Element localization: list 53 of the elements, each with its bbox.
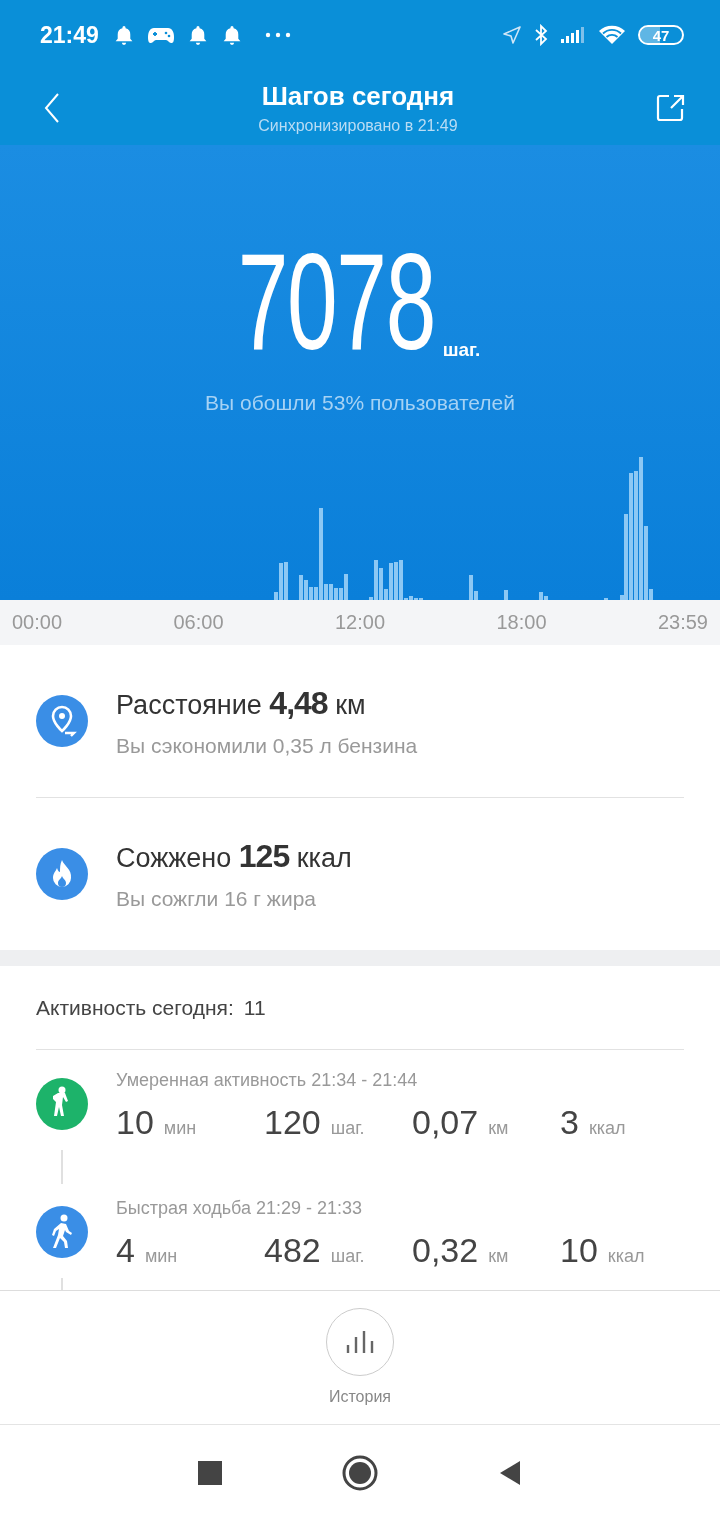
stat-unit: шаг. — [330, 1118, 365, 1139]
step-count: 7078 — [237, 241, 435, 361]
stat-unit: ккал — [607, 1246, 645, 1267]
stat-value: 3 — [560, 1103, 579, 1142]
activity-count: 11 — [243, 995, 266, 1020]
stat-value: 4 — [116, 1231, 135, 1270]
wifi-icon — [598, 25, 626, 45]
battery-indicator: 47 — [638, 25, 684, 45]
summary-value: Сожжено 125 ккал — [116, 837, 352, 875]
activity-title: Умеренная активность 21:34 - 21:44 — [116, 1070, 419, 1091]
page-title: Шагов сегодня — [261, 80, 455, 112]
home-icon[interactable] — [342, 1454, 378, 1491]
stat-unit: км — [488, 1246, 509, 1267]
summary-note: Вы сэкономили 0,35 л бензина — [116, 733, 418, 758]
bluetooth-icon — [534, 24, 548, 46]
status-time: 21:49 — [40, 21, 99, 49]
sync-status: Синхронизировано в 21:49 — [258, 116, 458, 135]
location-icon — [502, 25, 522, 45]
activity-label: Активность сегодня: — [36, 995, 234, 1020]
stat-value: 120 — [264, 1103, 321, 1142]
time-label: 18:00 — [496, 611, 547, 634]
comparison-text: Вы обошли 53% пользователей — [205, 391, 515, 415]
stat-value: 0,07 — [412, 1103, 479, 1142]
flame-icon — [36, 848, 88, 900]
stat-value: 0,32 — [412, 1231, 479, 1270]
share-icon — [656, 92, 686, 123]
back-icon[interactable] — [498, 1459, 522, 1486]
exercise-icon — [36, 1078, 88, 1130]
time-label: 12:00 — [334, 611, 386, 634]
walking-icon — [36, 1206, 88, 1258]
summary-value: Расстояние 4,48 км — [116, 684, 367, 722]
stat-unit: шаг. — [330, 1246, 365, 1267]
step-unit: шаг. — [442, 339, 481, 361]
history-label: История — [328, 1388, 391, 1406]
time-label: 00:00 — [12, 611, 63, 634]
activity-title: Быстрая ходьба 21:29 - 21:33 — [116, 1198, 364, 1219]
summary-note: Вы сожгли 16 г жира — [116, 886, 317, 911]
recent-apps-icon[interactable] — [198, 1460, 222, 1485]
back-icon — [44, 91, 60, 124]
stat-unit: мин — [163, 1118, 197, 1139]
histogram-bar — [504, 590, 508, 600]
stat-unit: км — [488, 1118, 509, 1139]
more-icon — [264, 31, 291, 39]
bar-chart-icon — [345, 1329, 375, 1355]
location-icon — [36, 695, 88, 747]
time-label: 23:59 — [657, 611, 708, 634]
stat-unit: ккал — [588, 1118, 626, 1139]
stat-value: 10 — [560, 1231, 598, 1270]
stat-value: 482 — [264, 1231, 321, 1270]
time-label: 06:00 — [173, 611, 224, 634]
stat-unit: мин — [144, 1246, 178, 1267]
stat-value: 10 — [116, 1103, 154, 1142]
signal-icon — [560, 26, 586, 44]
